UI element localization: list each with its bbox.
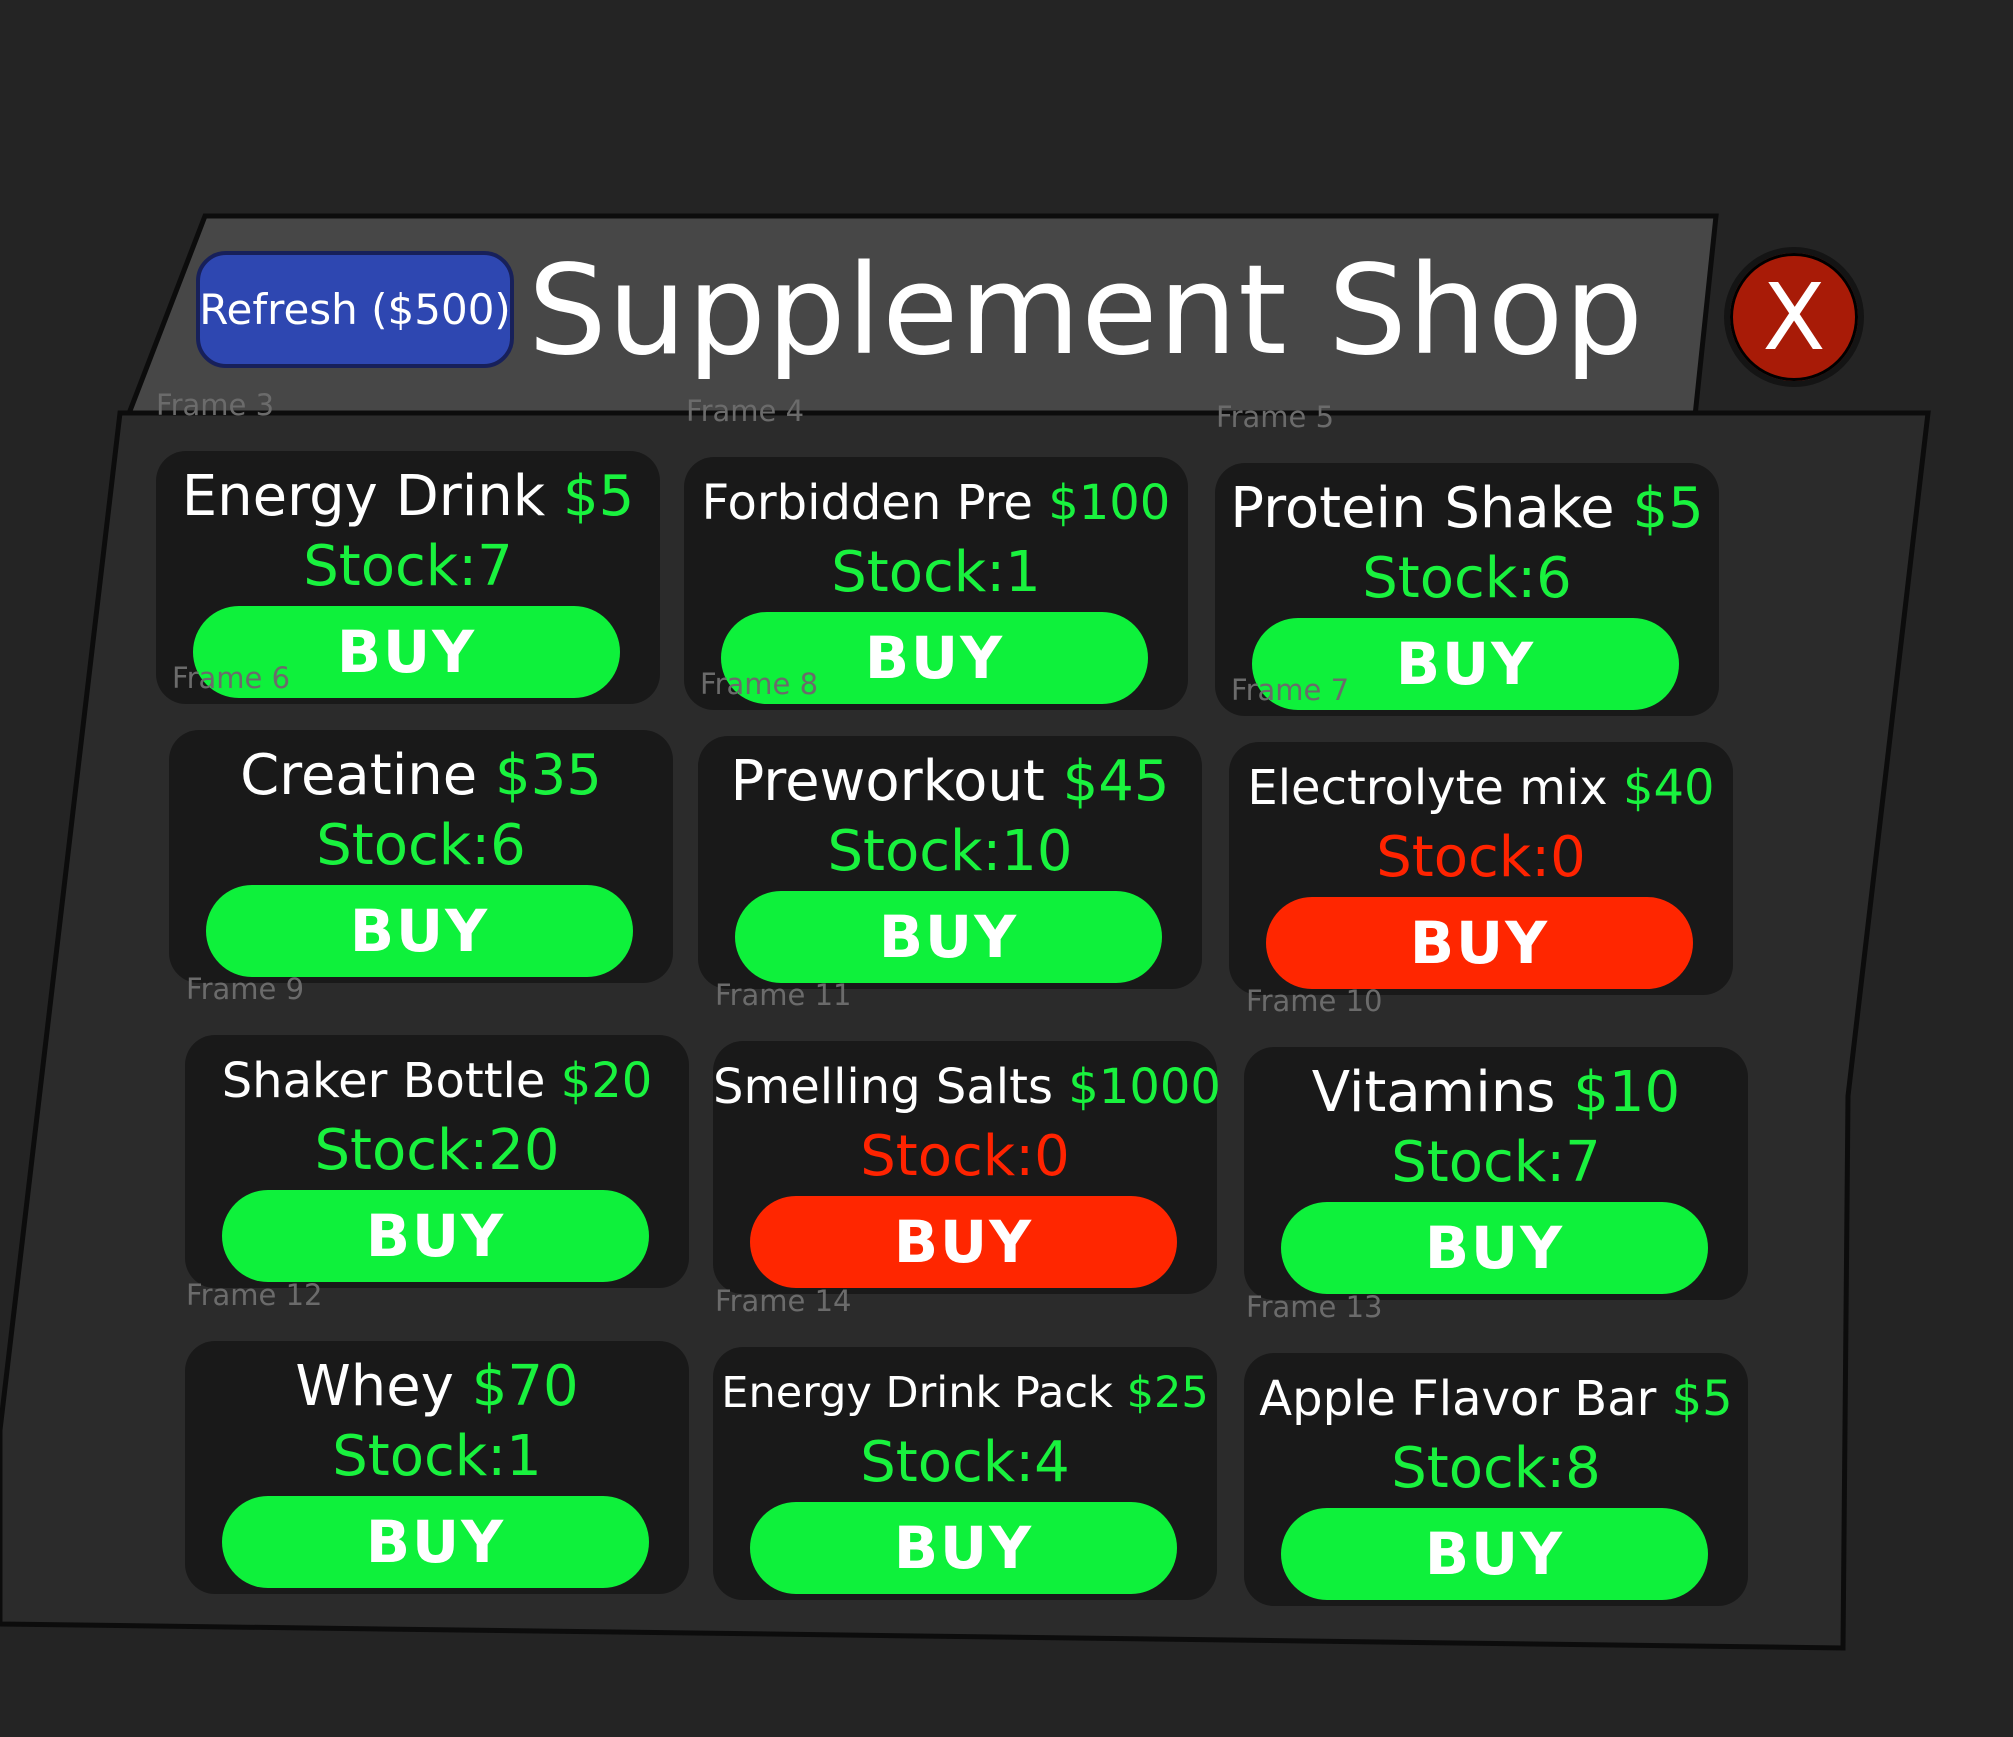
frame-label: Frame 6: [172, 661, 291, 695]
buy-button-smelling-salts[interactable]: BUY: [750, 1196, 1177, 1288]
item-title: Protein Shake $5: [1230, 476, 1704, 541]
buy-button-electrolyte-mix[interactable]: BUY: [1266, 897, 1693, 989]
buy-button-apple-flavor-bar[interactable]: BUY: [1281, 1508, 1708, 1600]
item-title: Apple Flavor Bar $5: [1259, 1371, 1733, 1427]
item-card-electrolyte-mix: Electrolyte mix $40 Stock:0 BUY: [1229, 742, 1733, 995]
item-card-apple-flavor-bar: Apple Flavor Bar $5 Stock:8 BUY: [1244, 1353, 1748, 1606]
buy-button-creatine[interactable]: BUY: [206, 885, 633, 977]
frame-label: Frame 8: [700, 667, 819, 701]
frame-label: Frame 4: [686, 394, 805, 428]
item-stock: Stock:8: [1391, 1436, 1601, 1501]
item-card-preworkout: Preworkout $45 Stock:10 BUY: [698, 736, 1202, 989]
item-card-forbidden-pre: Forbidden Pre $100 Stock:1 BUY Frame 8: [684, 457, 1188, 710]
item-title: Vitamins $10: [1311, 1060, 1681, 1125]
frame-label: Frame 5: [1216, 400, 1335, 434]
frame-label: Frame 12: [186, 1278, 323, 1312]
buy-button-shaker-bottle[interactable]: BUY: [222, 1190, 649, 1282]
refresh-button[interactable]: Refresh ($500): [196, 251, 514, 368]
buy-button-vitamins[interactable]: BUY: [1281, 1202, 1708, 1294]
item-card-creatine: Creatine $35 Stock:6 BUY: [169, 730, 673, 983]
frame-label: Frame 10: [1246, 984, 1383, 1018]
close-icon: X: [1762, 263, 1826, 371]
item-card-protein-shake: Protein Shake $5 Stock:6 BUY Frame 7: [1215, 463, 1719, 716]
item-card-whey: Whey $70 Stock:1 BUY: [185, 1341, 689, 1594]
item-stock: Stock:7: [1391, 1130, 1601, 1195]
item-stock: Stock:1: [332, 1424, 542, 1489]
item-title: Smelling Salts $1000: [713, 1059, 1221, 1115]
game-screen: Refresh ($500) Supplement Shop X Frame 3…: [0, 0, 2013, 1737]
item-stock: Stock:0: [1376, 825, 1586, 890]
frame-label: Frame 13: [1246, 1290, 1383, 1324]
buy-button-whey[interactable]: BUY: [222, 1496, 649, 1588]
item-title: Creatine $35: [240, 743, 602, 808]
item-stock: Stock:7: [303, 534, 513, 599]
item-card-shaker-bottle: Shaker Bottle $20 Stock:20 BUY: [185, 1035, 689, 1288]
item-title: Energy Drink $5: [181, 464, 635, 529]
close-button[interactable]: X: [1724, 247, 1864, 387]
item-title: Whey $70: [295, 1354, 579, 1419]
item-title: Electrolyte mix $40: [1247, 760, 1715, 816]
item-card-energy-drink: Energy Drink $5 Stock:7 BUY Frame 6: [156, 451, 660, 704]
buy-button-energy-drink-pack[interactable]: BUY: [750, 1502, 1177, 1594]
item-stock: Stock:0: [860, 1124, 1070, 1189]
item-card-energy-drink-pack: Energy Drink Pack $25 Stock:4 BUY: [713, 1347, 1217, 1600]
item-stock: Stock:1: [831, 540, 1041, 605]
item-stock: Stock:6: [316, 813, 526, 878]
frame-label: Frame 9: [186, 972, 305, 1006]
item-card-smelling-salts: Smelling Salts $1000 Stock:0 BUY: [713, 1041, 1221, 1294]
item-title: Energy Drink Pack $25: [721, 1368, 1209, 1418]
shop-title: Supplement Shop: [528, 239, 1645, 383]
frame-label: Frame 3: [156, 388, 275, 422]
item-stock: Stock:20: [314, 1118, 560, 1183]
item-title: Forbidden Pre $100: [701, 475, 1171, 531]
item-title: Preworkout $45: [730, 749, 1170, 814]
item-stock: Stock:6: [1362, 546, 1572, 611]
frame-label: Frame 14: [715, 1284, 852, 1318]
frame-label: Frame 11: [715, 978, 852, 1012]
item-card-vitamins: Vitamins $10 Stock:7 BUY: [1244, 1047, 1748, 1300]
item-stock: Stock:10: [827, 819, 1073, 884]
frame-label: Frame 7: [1231, 673, 1350, 707]
item-stock: Stock:4: [860, 1430, 1070, 1495]
buy-button-preworkout[interactable]: BUY: [735, 891, 1162, 983]
item-title: Shaker Bottle $20: [221, 1053, 653, 1109]
